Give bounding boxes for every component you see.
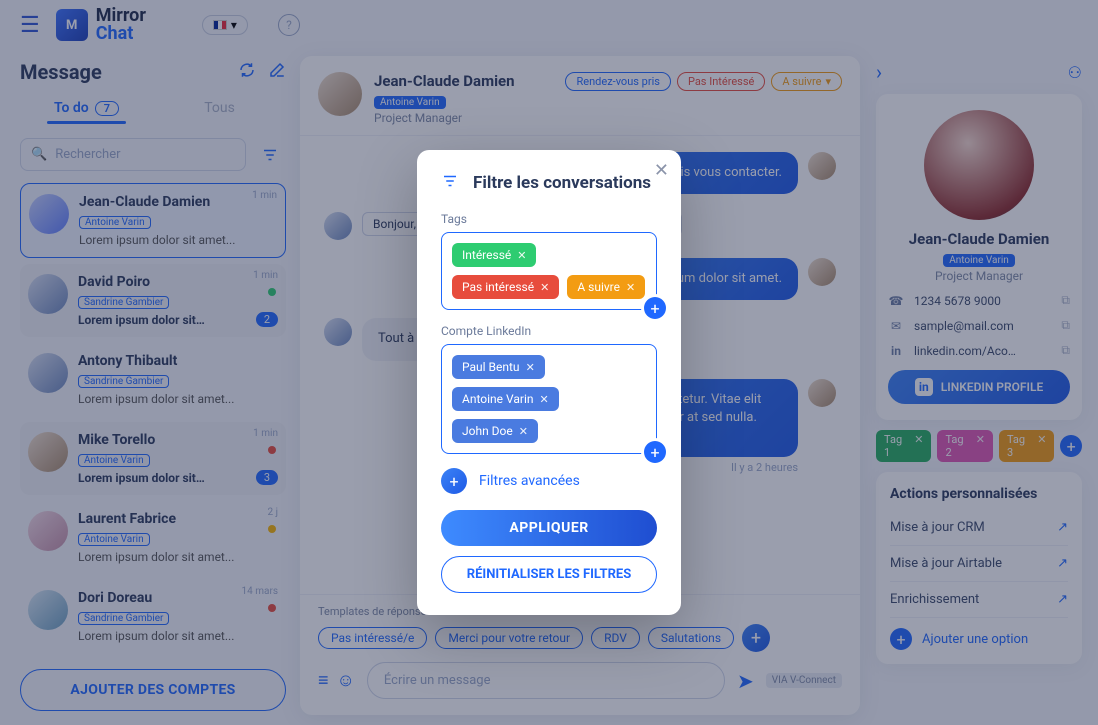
account-field-label: Compte LinkedIn — [441, 324, 657, 338]
filter-account-chip[interactable]: Paul Bentu✕ — [452, 355, 545, 379]
modal-scrim[interactable]: ✕ Filtre les conversations Tags Intéress… — [0, 0, 1098, 725]
close-icon[interactable]: ✕ — [540, 393, 549, 406]
close-icon[interactable]: ✕ — [654, 160, 669, 181]
filter-account-chip[interactable]: Antoine Varin✕ — [452, 387, 559, 411]
filter-tag-chip[interactable]: A suivre✕ — [567, 275, 645, 299]
accounts-input[interactable]: Paul Bentu✕ Antoine Varin✕ John Doe✕ + — [441, 344, 657, 454]
advanced-filters-button[interactable]: + Filtres avancées — [441, 468, 657, 494]
filter-account-chip[interactable]: John Doe✕ — [452, 419, 538, 443]
modal-title: Filtre les conversations — [473, 173, 651, 193]
tags-field-label: Tags — [441, 212, 657, 226]
tags-input[interactable]: Intéressé✕ Pas intéressé✕ A suivre✕ + — [441, 232, 657, 310]
filter-modal: ✕ Filtre les conversations Tags Intéress… — [417, 150, 681, 615]
filter-tag-chip[interactable]: Pas intéressé✕ — [452, 275, 559, 299]
add-filter-account-button[interactable]: + — [644, 441, 666, 463]
add-filter-tag-button[interactable]: + — [644, 297, 666, 319]
filter-icon — [441, 172, 459, 194]
filter-tag-chip[interactable]: Intéressé✕ — [452, 243, 536, 267]
close-icon[interactable]: ✕ — [540, 281, 549, 294]
reset-button[interactable]: RÉINITIALISER LES FILTRES — [441, 556, 657, 593]
close-icon[interactable]: ✕ — [626, 281, 635, 294]
close-icon[interactable]: ✕ — [526, 361, 535, 374]
close-icon[interactable]: ✕ — [517, 249, 526, 262]
apply-button[interactable]: APPLIQUER — [441, 510, 657, 546]
plus-icon: + — [441, 468, 467, 494]
close-icon[interactable]: ✕ — [519, 425, 528, 438]
